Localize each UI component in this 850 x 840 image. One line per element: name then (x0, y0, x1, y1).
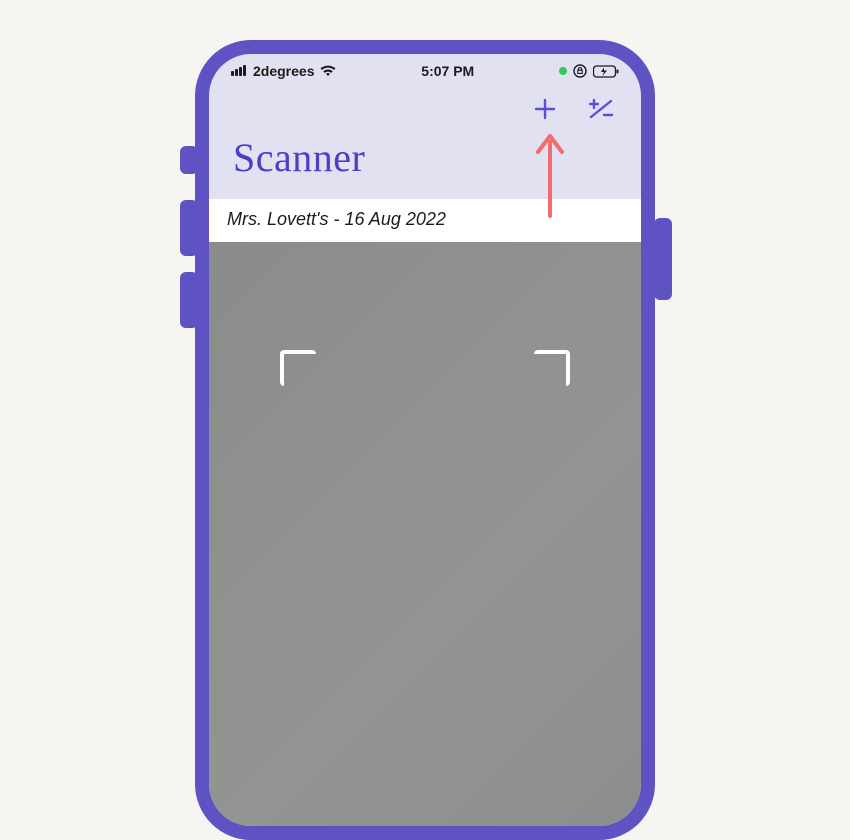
viewfinder-frame (280, 350, 570, 530)
battery-charging-icon (593, 65, 619, 78)
add-button[interactable] (531, 97, 559, 125)
device-power-button (654, 218, 672, 300)
camera-in-use-dot-icon (559, 67, 567, 75)
clock: 5:07 PM (336, 63, 559, 79)
adjust-button[interactable] (587, 97, 615, 125)
orientation-lock-icon (573, 64, 587, 78)
carrier-label: 2degrees (253, 63, 314, 79)
title-row: Scanner (209, 134, 641, 199)
phone-screen: 2degrees 5:07 PM (209, 54, 641, 826)
nav-actions (209, 88, 641, 134)
plus-minus-icon (588, 97, 614, 126)
session-label: Mrs. Lovett's - 16 Aug 2022 (227, 209, 623, 230)
status-right (559, 64, 619, 78)
status-left: 2degrees (231, 63, 336, 79)
viewfinder-corner-tl-icon (280, 350, 316, 386)
status-bar: 2degrees 5:07 PM (209, 54, 641, 88)
page-title: Scanner (233, 134, 617, 181)
camera-viewport[interactable] (209, 242, 641, 826)
signal-bars-icon (231, 63, 247, 79)
phone-frame: 2degrees 5:07 PM (195, 40, 655, 840)
wifi-icon (320, 65, 336, 77)
session-strip[interactable]: Mrs. Lovett's - 16 Aug 2022 (209, 199, 641, 242)
plus-icon (533, 97, 557, 126)
viewfinder-corner-tr-icon (534, 350, 570, 386)
